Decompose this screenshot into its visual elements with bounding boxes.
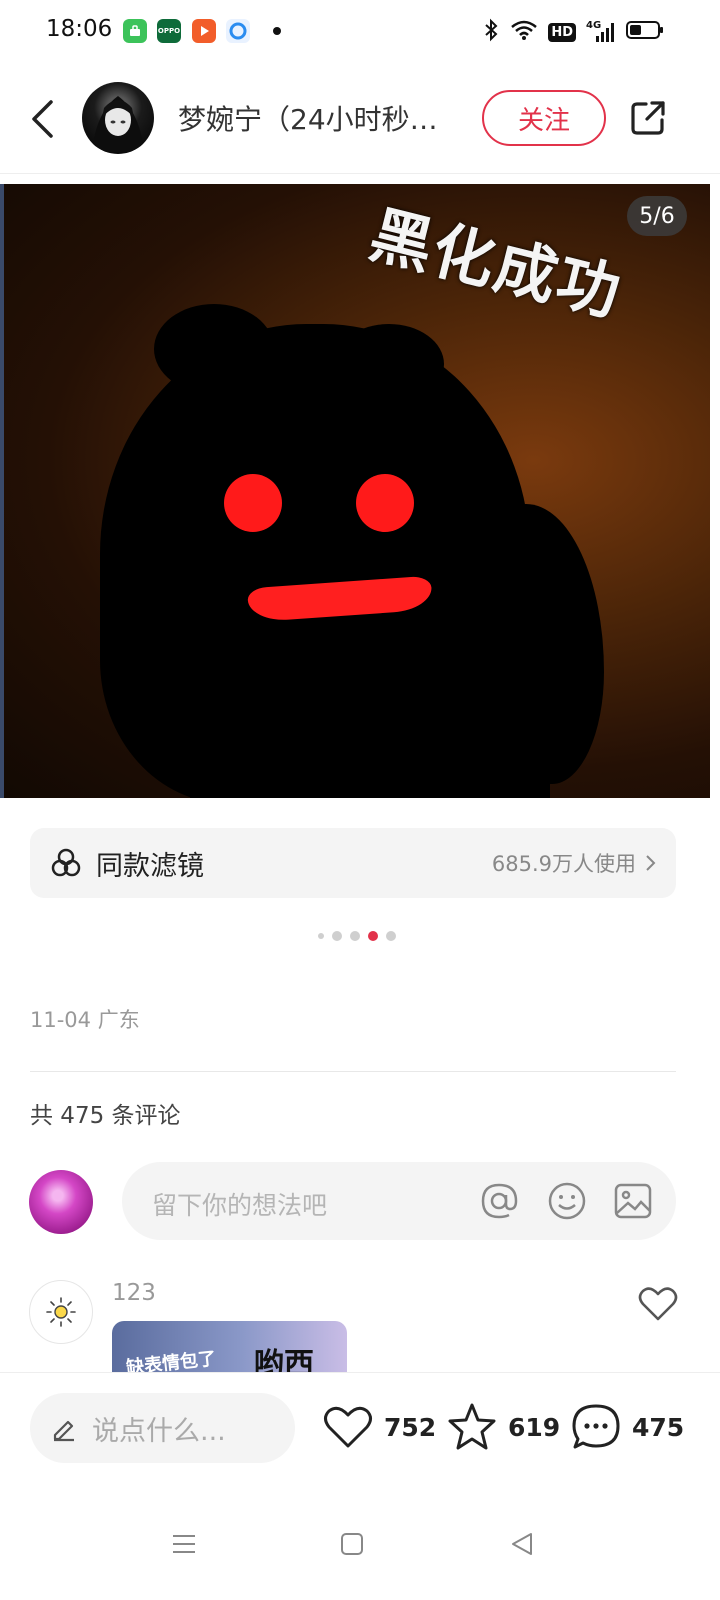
- share-button[interactable]: [626, 96, 670, 140]
- author-avatar-image: [92, 96, 144, 152]
- chevron-right-icon: [646, 855, 656, 871]
- comment-count: 475: [632, 1412, 685, 1442]
- comment-image-text-left: 缺表情包了: [125, 1348, 218, 1373]
- like-count: 752: [384, 1412, 437, 1442]
- shadow-figure-base: [190, 724, 550, 798]
- carousel-dot: [386, 931, 396, 941]
- status-icons: HD 4G: [482, 18, 664, 46]
- app-notification-icon: [123, 19, 147, 43]
- commenter-avatar[interactable]: [29, 1280, 93, 1344]
- heart-icon: [324, 1406, 372, 1448]
- follow-button[interactable]: 关注: [482, 90, 606, 146]
- bottom-action-bar: 说点什么... 752 619 475: [0, 1372, 720, 1484]
- back-arrow-icon: [32, 100, 53, 138]
- hd-icon: HD: [548, 22, 576, 42]
- comment-image-text-right: 哟西: [254, 1347, 314, 1373]
- browser-app-icon: [226, 19, 250, 43]
- post-date-location: 11-04 广东: [30, 1008, 140, 1032]
- system-navigation-bar: [0, 1484, 720, 1600]
- image-page-indicator: 5/6: [627, 196, 687, 236]
- comment-bubble-icon: [572, 1404, 620, 1449]
- carousel-dot: [332, 931, 342, 941]
- emoji-button[interactable]: [546, 1180, 588, 1222]
- image-caption: 黑化成功: [362, 197, 630, 331]
- heart-outline-icon: [638, 1287, 678, 1321]
- face-eye-left: [224, 474, 282, 532]
- square-icon: [341, 1533, 363, 1555]
- status-time: 18:06: [46, 16, 113, 42]
- pencil-icon: [53, 1420, 74, 1442]
- recent-apps-button[interactable]: [164, 1524, 204, 1564]
- mention-button[interactable]: [478, 1180, 520, 1222]
- status-bar: 18:06 OPPO HD 4G: [0, 0, 720, 64]
- carousel-dot-active: [368, 931, 378, 941]
- battery-icon: [626, 19, 664, 45]
- author-name[interactable]: 梦婉宁（24小时秒…: [178, 98, 458, 138]
- sun-icon: [46, 1297, 76, 1327]
- at-icon: [481, 1183, 518, 1219]
- my-avatar[interactable]: [29, 1170, 93, 1234]
- filter-usage-count: 685.9万人使用: [491, 852, 636, 876]
- author-avatar[interactable]: [82, 82, 154, 154]
- face-eye-right: [356, 474, 414, 532]
- notification-dot: [273, 27, 281, 35]
- star-icon: [448, 1403, 496, 1450]
- carousel-dot: [318, 933, 324, 939]
- like-button[interactable]: 752: [322, 1397, 436, 1457]
- system-back-button[interactable]: [502, 1524, 542, 1564]
- post-header: 梦婉宁（24小时秒… 关注: [0, 70, 720, 174]
- comment-button[interactable]: 475: [570, 1397, 684, 1457]
- divider: [30, 1071, 676, 1072]
- filter-icon: [51, 848, 81, 877]
- comment-input[interactable]: 留下你的想法吧: [122, 1162, 676, 1240]
- comment-like-button[interactable]: [638, 1286, 678, 1322]
- comment-total: 共 475 条评论: [30, 1103, 181, 1129]
- say-something-input[interactable]: 说点什么...: [30, 1393, 295, 1463]
- shadow-figure-ear-right: [334, 324, 444, 404]
- video-app-icon: [192, 19, 216, 43]
- image-button[interactable]: [612, 1180, 654, 1222]
- back-button[interactable]: [22, 94, 62, 144]
- menu-icon: [173, 1535, 195, 1553]
- signal-icon: 4G: [586, 20, 616, 44]
- triangle-back-icon: [512, 1533, 532, 1555]
- same-filter-bar[interactable]: 同款滤镜 685.9万人使用: [30, 828, 676, 898]
- image-icon: [614, 1183, 652, 1219]
- filter-label: 同款滤镜: [96, 850, 204, 882]
- favorite-button[interactable]: 619: [446, 1397, 560, 1457]
- oppo-app-icon: OPPO: [157, 19, 181, 43]
- post-image[interactable]: 黑化成功 1857470175: [0, 184, 710, 798]
- comment-input-placeholder: 留下你的想法吧: [152, 1191, 328, 1220]
- shadow-figure-ear-left: [154, 304, 274, 394]
- commenter-name[interactable]: 123: [112, 1280, 156, 1306]
- home-button[interactable]: [332, 1524, 372, 1564]
- carousel-dots: [318, 931, 396, 941]
- favorite-count: 619: [508, 1412, 561, 1442]
- comment-image[interactable]: 缺表情包了 哟西: [112, 1321, 347, 1373]
- share-icon: [631, 101, 665, 135]
- carousel-dot: [350, 931, 360, 941]
- emoji-icon: [548, 1182, 586, 1220]
- say-something-placeholder: 说点什么...: [92, 1415, 226, 1447]
- bluetooth-icon: [482, 18, 500, 46]
- wifi-icon: [510, 19, 538, 45]
